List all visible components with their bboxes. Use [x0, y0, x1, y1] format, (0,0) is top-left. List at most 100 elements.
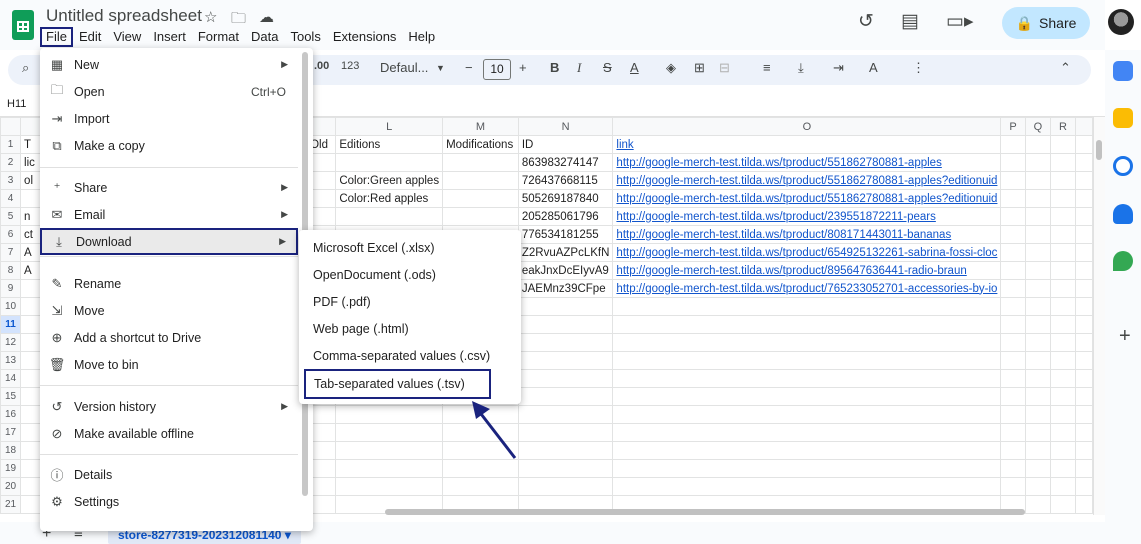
- table-cell[interactable]: [1024, 405, 1052, 424]
- table-cell[interactable]: [1074, 153, 1093, 172]
- menu-format[interactable]: Format: [192, 27, 245, 47]
- file-menu-item-make-available-offline[interactable]: ⊘ Make available offline: [40, 420, 298, 447]
- table-cell[interactable]: [1000, 459, 1026, 478]
- text-color-button[interactable]: A: [630, 60, 639, 75]
- menu-file[interactable]: File: [40, 27, 73, 47]
- borders-icon[interactable]: ⊞: [694, 60, 705, 76]
- table-cell[interactable]: [1024, 297, 1052, 316]
- keep-icon[interactable]: [1113, 108, 1133, 128]
- table-cell[interactable]: http://google-merch-test.tilda.ws/tprodu…: [612, 207, 1002, 226]
- menu-help[interactable]: Help: [402, 27, 441, 47]
- table-cell[interactable]: [1050, 315, 1076, 334]
- table-cell[interactable]: Editions: [335, 135, 444, 154]
- bold-button[interactable]: B: [550, 60, 559, 75]
- table-cell[interactable]: [612, 477, 1002, 496]
- table-cell[interactable]: Z2RvuAZPcLKfN: [517, 243, 614, 262]
- get-addons-icon[interactable]: +: [1119, 325, 1131, 348]
- table-cell[interactable]: [1074, 405, 1093, 424]
- table-cell[interactable]: [1000, 171, 1026, 190]
- file-menu-item-import[interactable]: ⇥ Import: [40, 105, 298, 132]
- table-cell[interactable]: [1000, 135, 1026, 154]
- menu-view[interactable]: View: [107, 27, 147, 47]
- table-cell[interactable]: [1024, 441, 1052, 460]
- row-header[interactable]: 6: [0, 225, 22, 244]
- table-cell[interactable]: [1024, 333, 1052, 352]
- table-cell[interactable]: [1024, 207, 1052, 226]
- file-menu-item-share[interactable]: ⁺ Share ▶: [40, 174, 298, 201]
- sheets-logo-icon[interactable]: [12, 10, 34, 40]
- table-cell[interactable]: [1000, 243, 1026, 262]
- table-cell[interactable]: [1024, 279, 1052, 298]
- table-cell[interactable]: [1074, 261, 1093, 280]
- table-cell[interactable]: [1000, 207, 1026, 226]
- table-cell[interactable]: [612, 297, 1002, 316]
- table-cell[interactable]: 505269187840: [517, 189, 614, 208]
- table-cell[interactable]: [1000, 189, 1026, 208]
- column-header[interactable]: M: [442, 117, 519, 136]
- table-cell[interactable]: [1050, 351, 1076, 370]
- comment-icon[interactable]: ▤: [901, 10, 919, 33]
- name-box[interactable]: H11: [7, 98, 26, 110]
- file-menu-item-email[interactable]: ✉ Email ▶: [40, 201, 298, 228]
- file-menu-item-move-to-bin[interactable]: 🗑 Move to bin: [40, 351, 298, 378]
- table-cell[interactable]: [517, 423, 614, 442]
- table-cell[interactable]: [517, 405, 614, 424]
- strikethrough-button[interactable]: S: [603, 60, 612, 75]
- table-cell[interactable]: [1024, 477, 1052, 496]
- column-header[interactable]: [1074, 117, 1093, 136]
- row-header[interactable]: 8: [0, 261, 22, 280]
- merge-cells-icon[interactable]: ⊟: [719, 60, 730, 76]
- chevron-down-icon[interactable]: ▼: [436, 63, 445, 73]
- table-cell[interactable]: [517, 351, 614, 370]
- table-cell[interactable]: [1074, 207, 1093, 226]
- table-cell[interactable]: [1000, 387, 1026, 406]
- table-cell[interactable]: JAEMnz39CFpe: [517, 279, 614, 298]
- table-cell[interactable]: http://google-merch-test.tilda.ws/tprodu…: [612, 153, 1002, 172]
- table-cell[interactable]: [1050, 153, 1076, 172]
- column-header[interactable]: O: [612, 117, 1002, 136]
- column-header[interactable]: R: [1050, 117, 1076, 136]
- font-select[interactable]: Defaul...: [380, 60, 428, 75]
- font-size-decrease-button[interactable]: −: [465, 60, 473, 75]
- table-cell[interactable]: [1050, 441, 1076, 460]
- row-header[interactable]: 20: [0, 477, 22, 496]
- table-cell[interactable]: [1050, 459, 1076, 478]
- table-cell[interactable]: [1000, 369, 1026, 388]
- table-cell[interactable]: [1050, 297, 1076, 316]
- table-cell[interactable]: [612, 315, 1002, 334]
- file-menu-item-open[interactable]: 🗀 Open Ctrl+O: [40, 78, 298, 105]
- table-cell[interactable]: http://google-merch-test.tilda.ws/tprodu…: [612, 261, 1002, 280]
- file-menu-item-settings[interactable]: ⚙ Settings: [40, 488, 298, 515]
- row-header[interactable]: 3: [0, 171, 22, 190]
- row-header[interactable]: 1: [0, 135, 22, 154]
- table-cell[interactable]: [1000, 297, 1026, 316]
- corner-cell[interactable]: [0, 117, 22, 136]
- table-cell[interactable]: http://google-merch-test.tilda.ws/tprodu…: [612, 225, 1002, 244]
- menu-edit[interactable]: Edit: [73, 27, 107, 47]
- menu-insert[interactable]: Insert: [147, 27, 192, 47]
- fill-color-icon[interactable]: ◈: [666, 60, 676, 76]
- table-cell[interactable]: [1074, 243, 1093, 262]
- column-header[interactable]: Q: [1024, 117, 1052, 136]
- table-cell[interactable]: [1074, 315, 1093, 334]
- table-cell[interactable]: link: [612, 135, 1002, 154]
- table-cell[interactable]: [1074, 297, 1093, 316]
- video-icon[interactable]: ▭▸: [946, 10, 974, 33]
- table-cell[interactable]: [442, 189, 519, 208]
- table-cell[interactable]: [1000, 261, 1026, 280]
- collapse-toolbar-icon[interactable]: ⌃: [1060, 60, 1071, 76]
- table-cell[interactable]: [517, 297, 614, 316]
- table-cell[interactable]: [1074, 441, 1093, 460]
- table-cell[interactable]: [1074, 171, 1093, 190]
- table-cell[interactable]: [335, 441, 444, 460]
- download-option-2[interactable]: OpenDocument (.ods): [313, 262, 436, 288]
- table-cell[interactable]: [1050, 279, 1076, 298]
- table-cell[interactable]: [1074, 135, 1093, 154]
- table-cell[interactable]: [1050, 171, 1076, 190]
- download-option-3[interactable]: PDF (.pdf): [313, 289, 371, 315]
- row-header[interactable]: 9: [0, 279, 22, 298]
- table-cell[interactable]: [1074, 279, 1093, 298]
- row-header[interactable]: 15: [0, 387, 22, 406]
- row-header[interactable]: 14: [0, 369, 22, 388]
- table-cell[interactable]: Color:Green apples: [335, 171, 444, 190]
